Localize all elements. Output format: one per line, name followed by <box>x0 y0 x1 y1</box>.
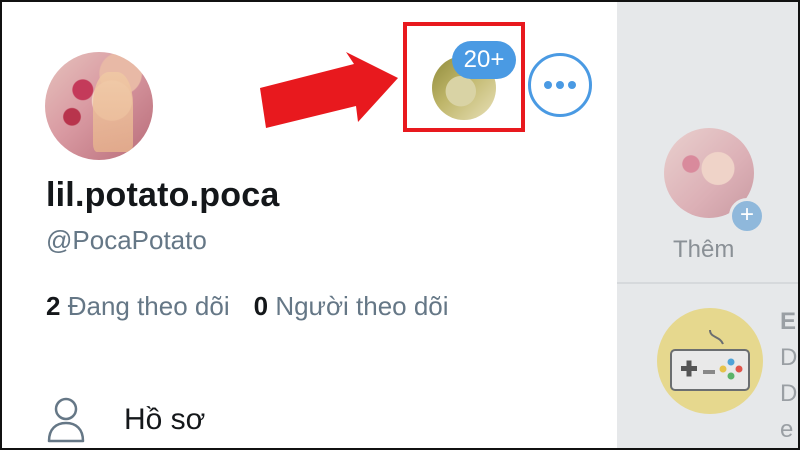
cut-letter: E <box>780 308 797 335</box>
annotation-highlight-box <box>403 22 525 132</box>
followers-label: Người theo dõi <box>275 291 449 321</box>
add-account-label: Thêm <box>673 236 735 263</box>
divider <box>617 282 800 284</box>
annotation-arrow-icon <box>260 52 398 128</box>
game-item-thumbnail <box>657 308 763 414</box>
add-plus-icon: + <box>729 198 765 234</box>
cut-letter: D <box>780 344 798 371</box>
more-dots-icon <box>544 81 576 89</box>
menu-item-profile[interactable]: Hồ sơ <box>46 395 205 445</box>
follow-stats: 2 Đang theo dõi 0 Người theo dõi <box>46 291 449 322</box>
followers-count: 0 <box>253 291 269 321</box>
following-link[interactable]: 2 Đang theo dõi <box>46 291 230 321</box>
following-count: 2 <box>46 291 61 321</box>
followers-link[interactable]: 0 Người theo dõi <box>254 291 449 321</box>
cut-letter: e <box>780 416 794 443</box>
profile-handle[interactable]: @PocaPotato <box>46 225 207 256</box>
following-label: Đang theo dõi <box>67 291 230 321</box>
screen: lil.potato.poca @PocaPotato 2 Đang theo … <box>0 0 800 450</box>
cut-off-text: E D D e <box>780 304 800 448</box>
more-options-button[interactable] <box>528 53 592 117</box>
person-icon <box>47 397 85 443</box>
profile-display-name[interactable]: lil.potato.poca <box>46 176 279 215</box>
cut-letter: D <box>780 380 798 407</box>
gamepad-icon <box>670 329 750 391</box>
menu-item-label: Hồ sơ <box>124 403 206 436</box>
profile-avatar[interactable] <box>45 52 153 160</box>
